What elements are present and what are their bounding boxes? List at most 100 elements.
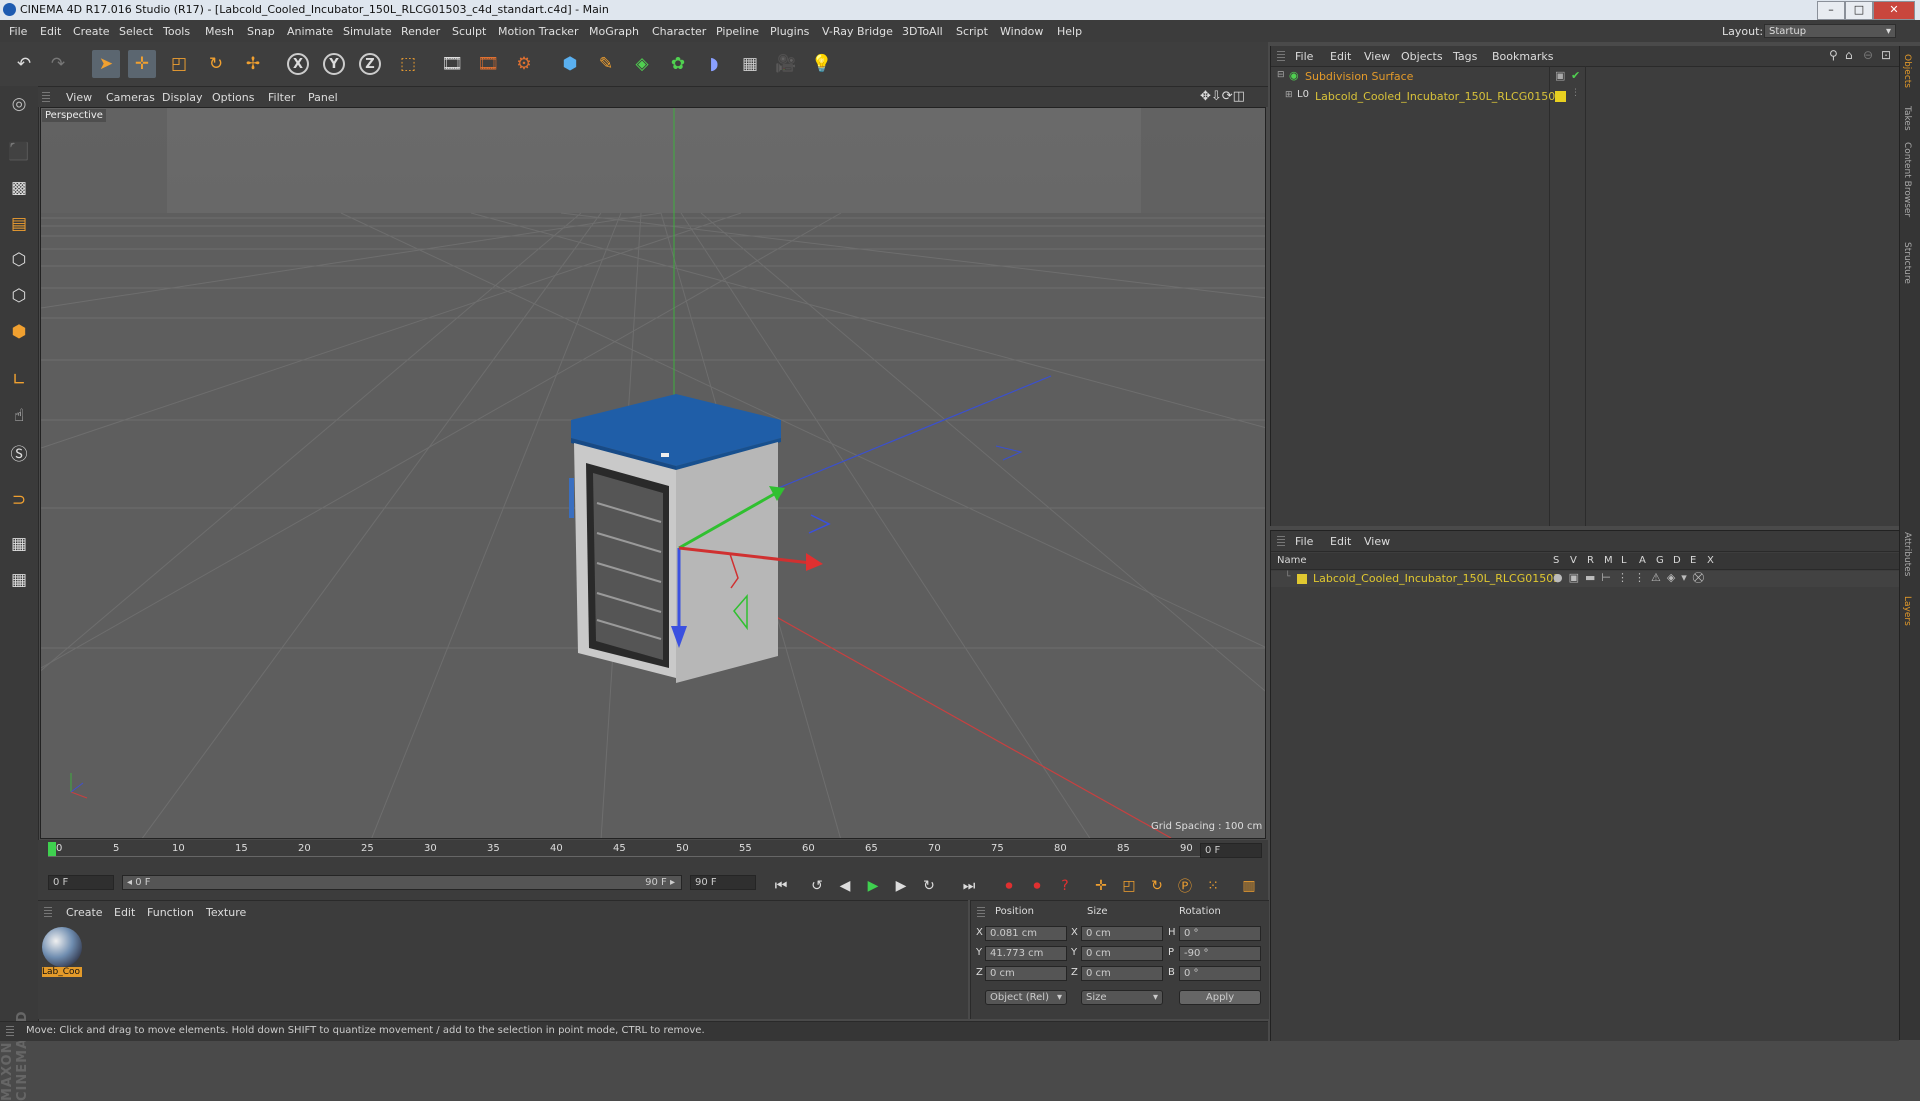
next-frame-icon[interactable]: ▶ [890,875,912,897]
position-x-field[interactable]: 0.081 cm [985,926,1067,941]
object-menu-edit[interactable]: Edit [1330,50,1351,63]
size-z-field[interactable]: 0 cm [1081,966,1163,981]
viewport-nav-icons[interactable]: ✥⇩⟳◫ [1200,89,1245,104]
menu-plugins[interactable]: Plugins [770,25,809,38]
previous-key-icon[interactable]: ↺ [806,875,828,897]
material-swatch[interactable]: Lab_Coo [42,927,82,979]
material-menu-edit[interactable]: Edit [114,906,135,919]
key-rotation-icon[interactable]: ↻ [1146,875,1168,897]
floor-icon[interactable]: ▦ [736,50,764,78]
make-editable-icon[interactable]: ◎ [5,90,33,118]
position-y-field[interactable]: 41.773 cm [985,946,1067,961]
menu-script[interactable]: Script [956,25,988,38]
menu-character[interactable]: Character [652,25,706,38]
undo-icon[interactable]: ↶ [10,50,38,78]
end-frame-field[interactable]: 90 F [690,875,756,890]
live-selection-icon[interactable]: ✢ [239,50,267,78]
axis-mode-icon[interactable]: ∟ [5,366,33,394]
viewport-menu-filter[interactable]: Filter [268,91,295,104]
start-frame-field[interactable]: 0 F [48,875,114,890]
rotation-p-field[interactable]: -90 ° [1179,946,1261,961]
go-to-start-icon[interactable]: ⏮ [770,875,792,897]
array-icon[interactable]: ✿ [664,50,692,78]
close-button[interactable]: ✕ [1873,1,1915,20]
subdivision-surface-icon[interactable]: ◈ [628,50,656,78]
menu-window[interactable]: Window [1000,25,1043,38]
play-icon[interactable]: ▶ [862,875,884,897]
object-menu-view[interactable]: View [1364,50,1390,63]
snap-icon[interactable]: Ⓢ [5,438,33,466]
menu-tools[interactable]: Tools [163,25,190,38]
autokey-icon[interactable]: ⏺ [1026,875,1048,897]
keyframe-selection-icon[interactable]: ? [1054,875,1076,897]
tab-layers[interactable]: Layers [1902,596,1912,626]
object-name[interactable]: Labcold_Cooled_Incubator_150L_RLCG01503 [1315,90,1562,103]
tweak-mode-icon[interactable]: ☝ [5,402,33,430]
apply-button[interactable]: Apply [1179,990,1261,1005]
coordinate-mode-dropdown[interactable]: Object (Rel) ▾ [985,990,1067,1005]
new-view-icon[interactable]: ⊡ [1881,48,1891,62]
move-icon[interactable]: ✛ [128,50,156,78]
home-icon[interactable]: ⌂ [1845,48,1853,62]
size-x-field[interactable]: 0 cm [1081,926,1163,941]
record-keyframe-icon[interactable]: ⏺ [998,875,1020,897]
y-axis-icon[interactable]: Y [320,50,348,78]
timeline-window-icon[interactable]: ▥ [1238,875,1260,897]
frame-range-slider[interactable]: ◂ 0 F 90 F ▸ [122,875,682,890]
layer-menu-view[interactable]: View [1364,535,1390,548]
menu-motion-tracker[interactable]: Motion Tracker [498,25,578,38]
previous-frame-icon[interactable]: ◀ [834,875,856,897]
playhead[interactable] [48,842,56,856]
rotate-icon[interactable]: ↻ [202,50,230,78]
menu-snap[interactable]: Snap [247,25,275,38]
menu-create[interactable]: Create [73,25,110,38]
layer-menu-edit[interactable]: Edit [1330,535,1351,548]
collapse-icon[interactable]: ⊟ [1277,70,1285,80]
tab-objects[interactable]: Objects [1902,54,1912,88]
key-scale-icon[interactable]: ◰ [1118,875,1140,897]
object-row[interactable]: ⊟ ◉ Subdivision Surface ▣ ✔ [1271,68,1899,86]
rotation-b-field[interactable]: 0 ° [1179,966,1261,981]
viewport-menu-options[interactable]: Options [212,91,254,104]
layer-flag-icons[interactable]: ●▣▬⊢⋮⋮⚠◈▾⛒ [1553,571,1710,585]
camera-icon[interactable]: 🎥 [772,50,800,78]
link-icon[interactable]: ⊖ [1863,48,1873,62]
render-view-icon[interactable]: 🎞 [438,50,466,78]
x-axis-icon[interactable]: X [284,50,312,78]
edges-mode-icon[interactable]: ⬡ [5,282,33,310]
cube-icon[interactable]: ⬢ [556,50,584,78]
size-y-field[interactable]: 0 cm [1081,946,1163,961]
position-z-field[interactable]: 0 cm [985,966,1067,981]
menu-mesh[interactable]: Mesh [205,25,234,38]
viewport-menu-view[interactable]: View [66,91,92,104]
menu-edit[interactable]: Edit [40,25,61,38]
layer-row[interactable]: └ Labcold_Cooled_Incubator_150L_RLCG0150… [1271,571,1899,587]
tab-structure[interactable]: Structure [1902,242,1912,284]
object-name[interactable]: Subdivision Surface [1305,70,1413,83]
edit-render-settings-icon[interactable]: ⚙ [510,50,538,78]
render-picture-viewer-icon[interactable]: 🎞 [474,50,502,78]
maximize-button[interactable]: □ [1845,1,1873,20]
menu-help[interactable]: Help [1057,25,1082,38]
polygons-mode-icon[interactable]: ⬢ [5,318,33,346]
timeline-track[interactable] [48,842,1206,857]
workplane-mode-icon[interactable]: ▤ [5,210,33,238]
viewport-menu-display[interactable]: Display [162,91,203,104]
layer-name[interactable]: Labcold_Cooled_Incubator_150L_RLCG01503 [1313,572,1560,585]
menu-mograph[interactable]: MoGraph [589,25,639,38]
rotation-h-field[interactable]: 0 ° [1179,926,1261,941]
deformer-icon[interactable]: ◗ [700,50,728,78]
object-row[interactable]: ⊞ L0 Labcold_Cooled_Incubator_150L_RLCG0… [1271,88,1899,106]
layer-menu-file[interactable]: File [1295,535,1313,548]
model-mode-icon[interactable]: ⬛ [5,138,33,166]
next-key-icon[interactable]: ↻ [918,875,940,897]
current-frame-field[interactable]: 0 F [1200,843,1262,858]
light-icon[interactable]: 💡 [808,50,836,78]
redo-icon[interactable]: ↷ [44,50,72,78]
object-menu-tags[interactable]: Tags [1453,50,1477,63]
menu-animate[interactable]: Animate [287,25,333,38]
layer-color-swatch[interactable] [1297,574,1307,584]
key-pla-icon[interactable]: ⁙ [1202,875,1224,897]
enabled-check-icon[interactable]: ✔ [1571,69,1580,82]
material-menu-function[interactable]: Function [147,906,194,919]
